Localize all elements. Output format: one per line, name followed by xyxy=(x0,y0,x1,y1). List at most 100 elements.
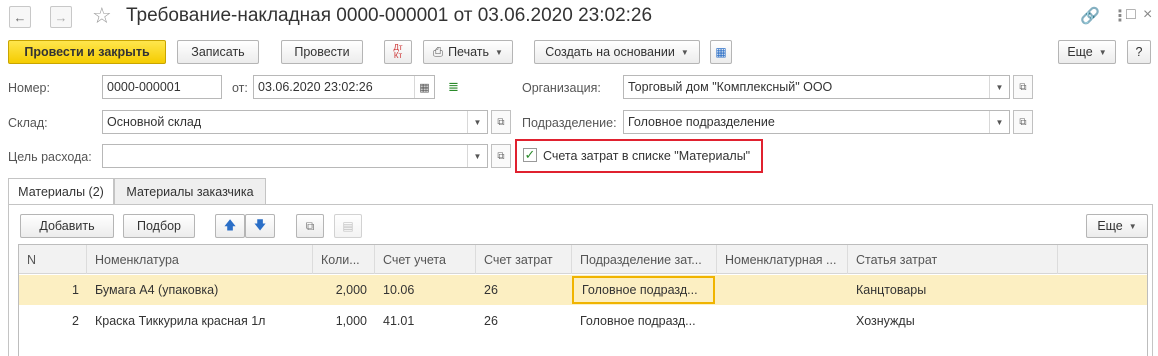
back-button[interactable]: ← xyxy=(9,6,31,28)
cell-cost-item[interactable]: Канцтовары xyxy=(848,275,1058,305)
create-based-on-button[interactable]: Создать на основании ▼ xyxy=(534,40,700,64)
warehouse-field[interactable]: Основной склад ▼ xyxy=(102,110,488,134)
cell-cost-account[interactable]: 26 xyxy=(476,275,572,305)
arrow-down-icon: 🡇 xyxy=(253,217,267,232)
warehouse-label: Склад: xyxy=(8,116,48,130)
organization-value: Торговый дом "Комплексный" ООО xyxy=(628,80,833,94)
move-down-button[interactable]: 🡇 xyxy=(245,214,275,238)
date-field[interactable]: 03.06.2020 23:02:26 ▦ xyxy=(253,75,435,99)
purpose-label: Цель расхода: xyxy=(8,150,92,164)
help-button[interactable]: ? xyxy=(1127,40,1151,64)
more-label: Еще xyxy=(1067,45,1093,59)
table-more-label: Еще xyxy=(1097,219,1123,233)
arrow-right-icon: → xyxy=(54,9,68,25)
chevron-down-icon: ▼ xyxy=(680,47,689,57)
cost-accounts-checkbox-label[interactable]: Счета затрат в списке "Материалы" xyxy=(543,149,750,163)
arrow-left-icon: ← xyxy=(13,9,27,25)
date-value: 03.06.2020 23:02:26 xyxy=(258,80,373,94)
column-header-department[interactable]: Подразделение зат... xyxy=(572,245,717,274)
cell-qty[interactable]: 2,000 xyxy=(313,275,375,305)
column-header-n[interactable]: N xyxy=(19,245,87,274)
organization-label: Организация: xyxy=(522,81,601,95)
print-button[interactable]: ⎙ Печать ▼ xyxy=(423,40,513,64)
cell-n: 2 xyxy=(72,314,79,328)
create-based-label: Создать на основании xyxy=(545,45,675,59)
organization-field[interactable]: Торговый дом "Комплексный" ООО ▼ xyxy=(623,75,1010,99)
post-status-icon[interactable]: ≣ xyxy=(448,79,459,95)
copy-icon: ⧉ xyxy=(305,218,315,233)
cell-cost-item[interactable]: Хознужды xyxy=(848,306,1058,336)
materials-table[interactable]: N Номенклатура Коли... Счет учета Счет з… xyxy=(18,244,1148,356)
cell-account[interactable]: 41.01 xyxy=(375,306,476,336)
print-label: Печать xyxy=(448,45,490,59)
add-button[interactable]: Добавить xyxy=(20,214,114,238)
structure-icon: ▦ xyxy=(715,45,727,59)
checkmark-icon: ✓ xyxy=(524,147,536,162)
more-button[interactable]: Еще ▼ xyxy=(1058,40,1116,64)
department-label: Подразделение: xyxy=(522,116,617,130)
pick-button[interactable]: Подбор xyxy=(123,214,195,238)
table-row[interactable]: 1 Бумага А4 (упаковка) 2,000 10.06 26 Го… xyxy=(19,275,1147,305)
open-icon: ⧉ xyxy=(1019,81,1027,93)
cell-nom-group[interactable] xyxy=(717,275,848,305)
chevron-down-icon[interactable]: ▼ xyxy=(467,145,487,167)
cell-department[interactable]: Головное подразд... xyxy=(572,276,715,304)
star-icon[interactable]: ☆ xyxy=(92,3,112,29)
tab-customer-materials[interactable]: Материалы заказчика xyxy=(114,178,266,204)
number-field[interactable]: 0000-000001 xyxy=(102,75,222,99)
post-and-close-button[interactable]: Провести и закрыть xyxy=(8,40,166,64)
move-up-button[interactable]: 🡅 xyxy=(215,214,245,238)
table-more-button[interactable]: Еще ▼ xyxy=(1086,214,1148,238)
structure-button[interactable]: ▦ xyxy=(710,40,732,64)
chevron-down-icon: ▼ xyxy=(495,47,503,57)
printer-icon: ⎙ xyxy=(433,44,444,59)
department-field[interactable]: Головное подразделение ▼ xyxy=(623,110,1010,134)
tab-materials[interactable]: Материалы (2) xyxy=(8,178,114,205)
arrow-up-icon: 🡅 xyxy=(223,217,237,232)
paste-button[interactable]: ▤ xyxy=(334,214,362,238)
cell-n: 1 xyxy=(72,283,79,297)
cell-nom-group[interactable] xyxy=(717,306,848,336)
dt-kt-button[interactable]: Дт Кт xyxy=(384,40,412,64)
calendar-icon[interactable]: ▦ xyxy=(414,76,434,98)
close-icon[interactable]: × xyxy=(1143,6,1152,24)
column-header-item[interactable]: Номенклатура xyxy=(87,245,313,274)
open-department-button[interactable]: ⧉ xyxy=(1013,110,1033,134)
cell-cost-account[interactable]: 26 xyxy=(476,306,572,336)
chevron-down-icon: ▼ xyxy=(1128,221,1137,231)
cell-account[interactable]: 10.06 xyxy=(375,275,476,305)
column-header-nom-group[interactable]: Номенклатурная ... xyxy=(717,245,848,274)
table-header: N Номенклатура Коли... Счет учета Счет з… xyxy=(19,245,1147,274)
date-label: от: xyxy=(232,81,248,95)
save-button[interactable]: Записать xyxy=(177,40,259,64)
number-label: Номер: xyxy=(8,81,50,95)
chevron-down-icon[interactable]: ▼ xyxy=(467,111,487,133)
open-organization-button[interactable]: ⧉ xyxy=(1013,75,1033,99)
dt-kt-icon: Дт Кт xyxy=(393,43,403,60)
chevron-down-icon[interactable]: ▼ xyxy=(989,111,1009,133)
maximize-icon[interactable]: □ xyxy=(1126,6,1136,24)
column-header-qty[interactable]: Коли... xyxy=(313,245,375,274)
table-row[interactable]: 2 Краска Тиккурила красная 1л 1,000 41.0… xyxy=(19,306,1147,336)
cell-department[interactable]: Головное подразд... xyxy=(572,306,717,336)
open-purpose-button[interactable]: ⧉ xyxy=(491,144,511,168)
open-warehouse-button[interactable]: ⧉ xyxy=(491,110,511,134)
forward-button[interactable]: → xyxy=(50,6,72,28)
link-icon[interactable]: 🔗 xyxy=(1080,6,1100,26)
post-button[interactable]: Провести xyxy=(281,40,363,64)
open-icon: ⧉ xyxy=(497,150,505,162)
window-title: Требование-накладная 0000-000001 от 03.0… xyxy=(126,5,653,26)
column-header-cost-item[interactable]: Статья затрат xyxy=(848,245,1058,274)
department-value: Головное подразделение xyxy=(628,115,775,129)
column-header-account[interactable]: Счет учета xyxy=(375,245,476,274)
cell-item[interactable]: Краска Тиккурила красная 1л xyxy=(87,306,313,336)
cell-item[interactable]: Бумага А4 (упаковка) xyxy=(87,275,313,305)
paste-icon: ▤ xyxy=(342,219,354,233)
copy-button[interactable]: ⧉ xyxy=(296,214,324,238)
column-header-cost-account[interactable]: Счет затрат xyxy=(476,245,572,274)
chevron-down-icon[interactable]: ▼ xyxy=(989,76,1009,98)
cost-accounts-checkbox[interactable]: ✓ xyxy=(523,147,537,162)
open-icon: ⧉ xyxy=(1019,116,1027,128)
purpose-field[interactable]: ▼ xyxy=(102,144,488,168)
cell-qty[interactable]: 1,000 xyxy=(313,306,375,336)
